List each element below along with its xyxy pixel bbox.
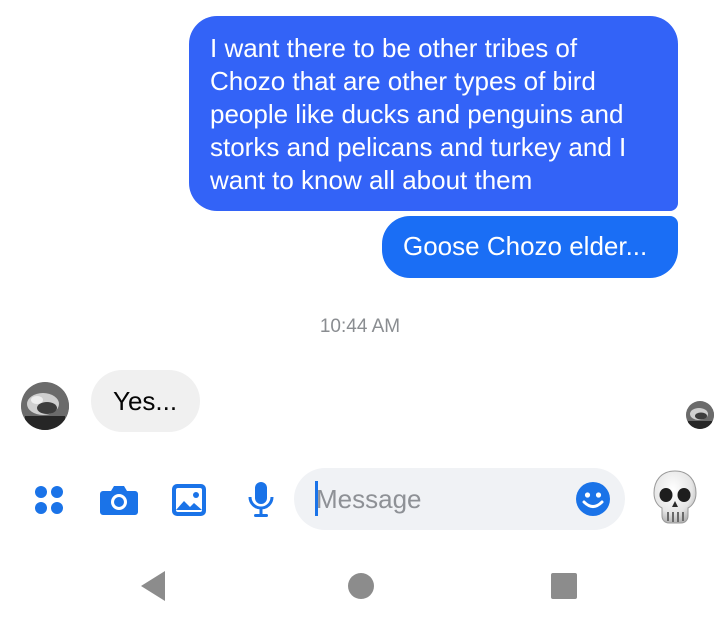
- camera-icon[interactable]: [97, 478, 141, 522]
- emoji-icon[interactable]: [575, 481, 611, 517]
- messenger-screen: I want there to be other tribes of Chozo…: [0, 0, 720, 629]
- apps-icon[interactable]: [27, 478, 71, 522]
- outgoing-message-bubble[interactable]: Goose Chozo elder...: [382, 216, 678, 278]
- message-timestamp: 10:44 AM: [319, 316, 401, 337]
- nav-recents-button[interactable]: [544, 566, 584, 606]
- incoming-message-bubble[interactable]: Yes...: [91, 370, 200, 432]
- gallery-icon[interactable]: [167, 478, 211, 522]
- recents-square-icon: [551, 573, 577, 599]
- back-triangle-icon: [141, 571, 165, 601]
- skull-emoji-button[interactable]: [651, 468, 699, 528]
- message-text: I want there to be other tribes of Chozo…: [210, 33, 627, 195]
- microphone-icon[interactable]: [239, 478, 283, 522]
- read-receipt-avatar: [686, 401, 714, 429]
- nav-home-button[interactable]: [341, 566, 381, 606]
- outgoing-message-bubble[interactable]: I want there to be other tribes of Chozo…: [189, 16, 678, 211]
- message-text: Yes...: [113, 386, 178, 416]
- nav-back-button[interactable]: [135, 566, 175, 606]
- home-circle-icon: [348, 573, 374, 599]
- text-cursor: [315, 481, 318, 516]
- message-text: Goose Chozo elder...: [403, 231, 648, 261]
- message-input[interactable]: [316, 468, 566, 530]
- contact-avatar[interactable]: [21, 382, 69, 430]
